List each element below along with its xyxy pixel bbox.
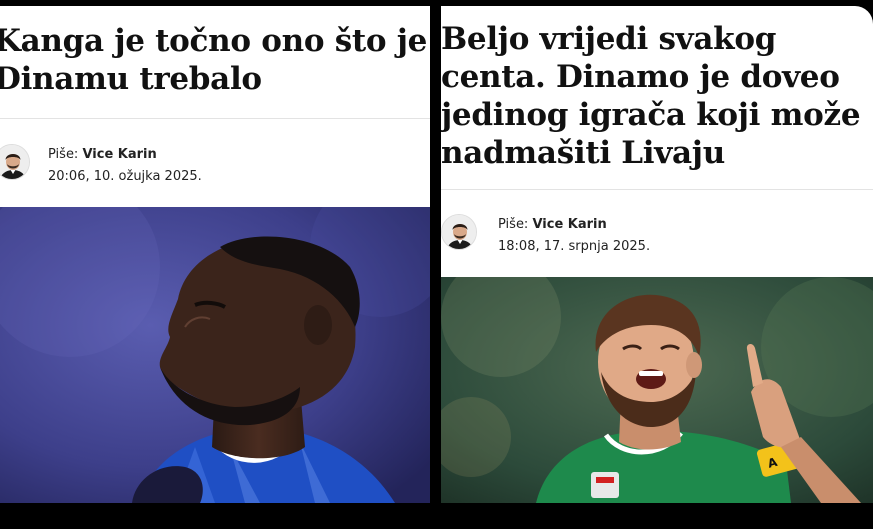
author-name[interactable]: Vice Karin <box>82 147 156 162</box>
publish-date: 18:08, 17. srpnja 2025. <box>498 239 651 254</box>
author-avatar-icon <box>0 145 29 179</box>
player-photo-kanga <box>0 207 430 503</box>
publish-date: 20:06, 10. ožujka 2025. <box>48 169 202 184</box>
article-photo[interactable] <box>0 207 430 503</box>
divider <box>0 118 430 119</box>
byline-prefix: Piše: <box>48 147 83 162</box>
article-headline[interactable]: Kanga je točno ono što je Dinamu trebalo <box>0 22 430 98</box>
author-avatar-icon <box>442 215 476 249</box>
article-headline[interactable]: Beljo vrijedi svakog centa. Dinamo je do… <box>441 20 871 172</box>
article-photo[interactable]: A <box>441 277 873 503</box>
divider <box>441 189 873 190</box>
author-avatar <box>0 144 30 180</box>
byline: Piše: Vice Karin 20:06, 10. ožujka 2025. <box>48 144 202 188</box>
player-photo-beljo: A <box>441 277 873 503</box>
article-card-beljo[interactable]: Beljo vrijedi svakog centa. Dinamo je do… <box>441 6 873 503</box>
byline-prefix: Piše: <box>498 217 533 232</box>
byline: Piše: Vice Karin 18:08, 17. srpnja 2025. <box>498 214 650 258</box>
author-name[interactable]: Vice Karin <box>532 217 606 232</box>
article-card-kanga[interactable]: Kanga je točno ono što je Dinamu trebalo… <box>0 6 430 503</box>
author-avatar <box>441 214 477 250</box>
